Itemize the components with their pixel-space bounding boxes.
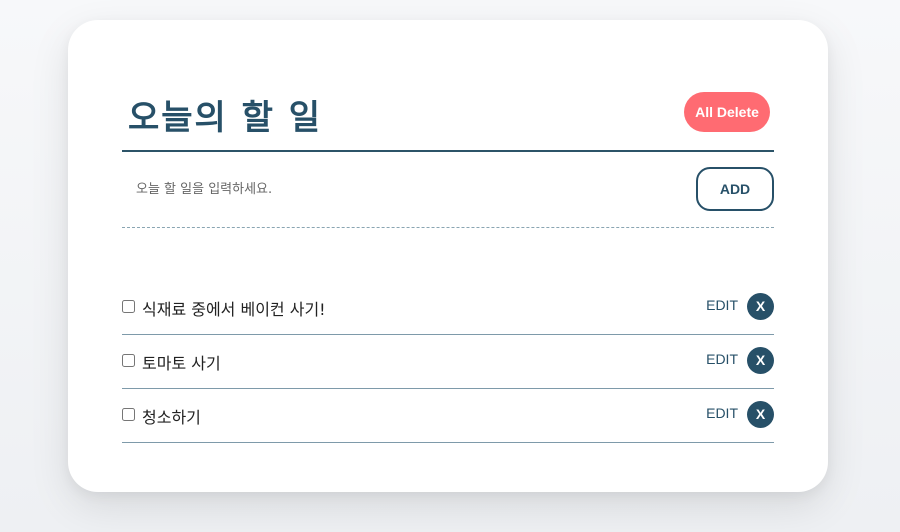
todo-text: 청소하기 xyxy=(142,408,201,427)
edit-button[interactable]: EDIT xyxy=(706,351,738,367)
todo-list: 식재료 중에서 베이컨 사기! EDIT X 토마토 사기 EDIT X 청소하… xyxy=(122,281,774,443)
todo-item: 토마토 사기 EDIT X xyxy=(122,335,774,389)
todo-input-row: ADD xyxy=(122,167,774,228)
todo-checkbox[interactable] xyxy=(122,300,135,313)
todo-header: 오늘의 할 일 All Delete xyxy=(122,78,774,152)
todo-text: 토마토 사기 xyxy=(142,354,221,373)
todo-text: 식재료 중에서 베이컨 사기! xyxy=(142,300,326,319)
todo-card: 오늘의 할 일 All Delete ADD 식재료 중에서 베이컨 사기! E… xyxy=(68,20,828,492)
todo-input[interactable] xyxy=(122,167,682,211)
page-title: 오늘의 할 일 xyxy=(128,98,323,138)
delete-button[interactable]: X xyxy=(747,293,774,320)
todo-checkbox[interactable] xyxy=(122,354,135,367)
todo-item: 청소하기 EDIT X xyxy=(122,389,774,443)
add-button[interactable]: ADD xyxy=(696,167,774,211)
all-delete-button[interactable]: All Delete xyxy=(684,92,770,132)
todo-item: 식재료 중에서 베이컨 사기! EDIT X xyxy=(122,281,774,335)
todo-checkbox[interactable] xyxy=(122,408,135,421)
delete-button[interactable]: X xyxy=(747,401,774,428)
edit-button[interactable]: EDIT xyxy=(706,405,738,421)
delete-button[interactable]: X xyxy=(747,347,774,374)
edit-button[interactable]: EDIT xyxy=(706,297,738,313)
